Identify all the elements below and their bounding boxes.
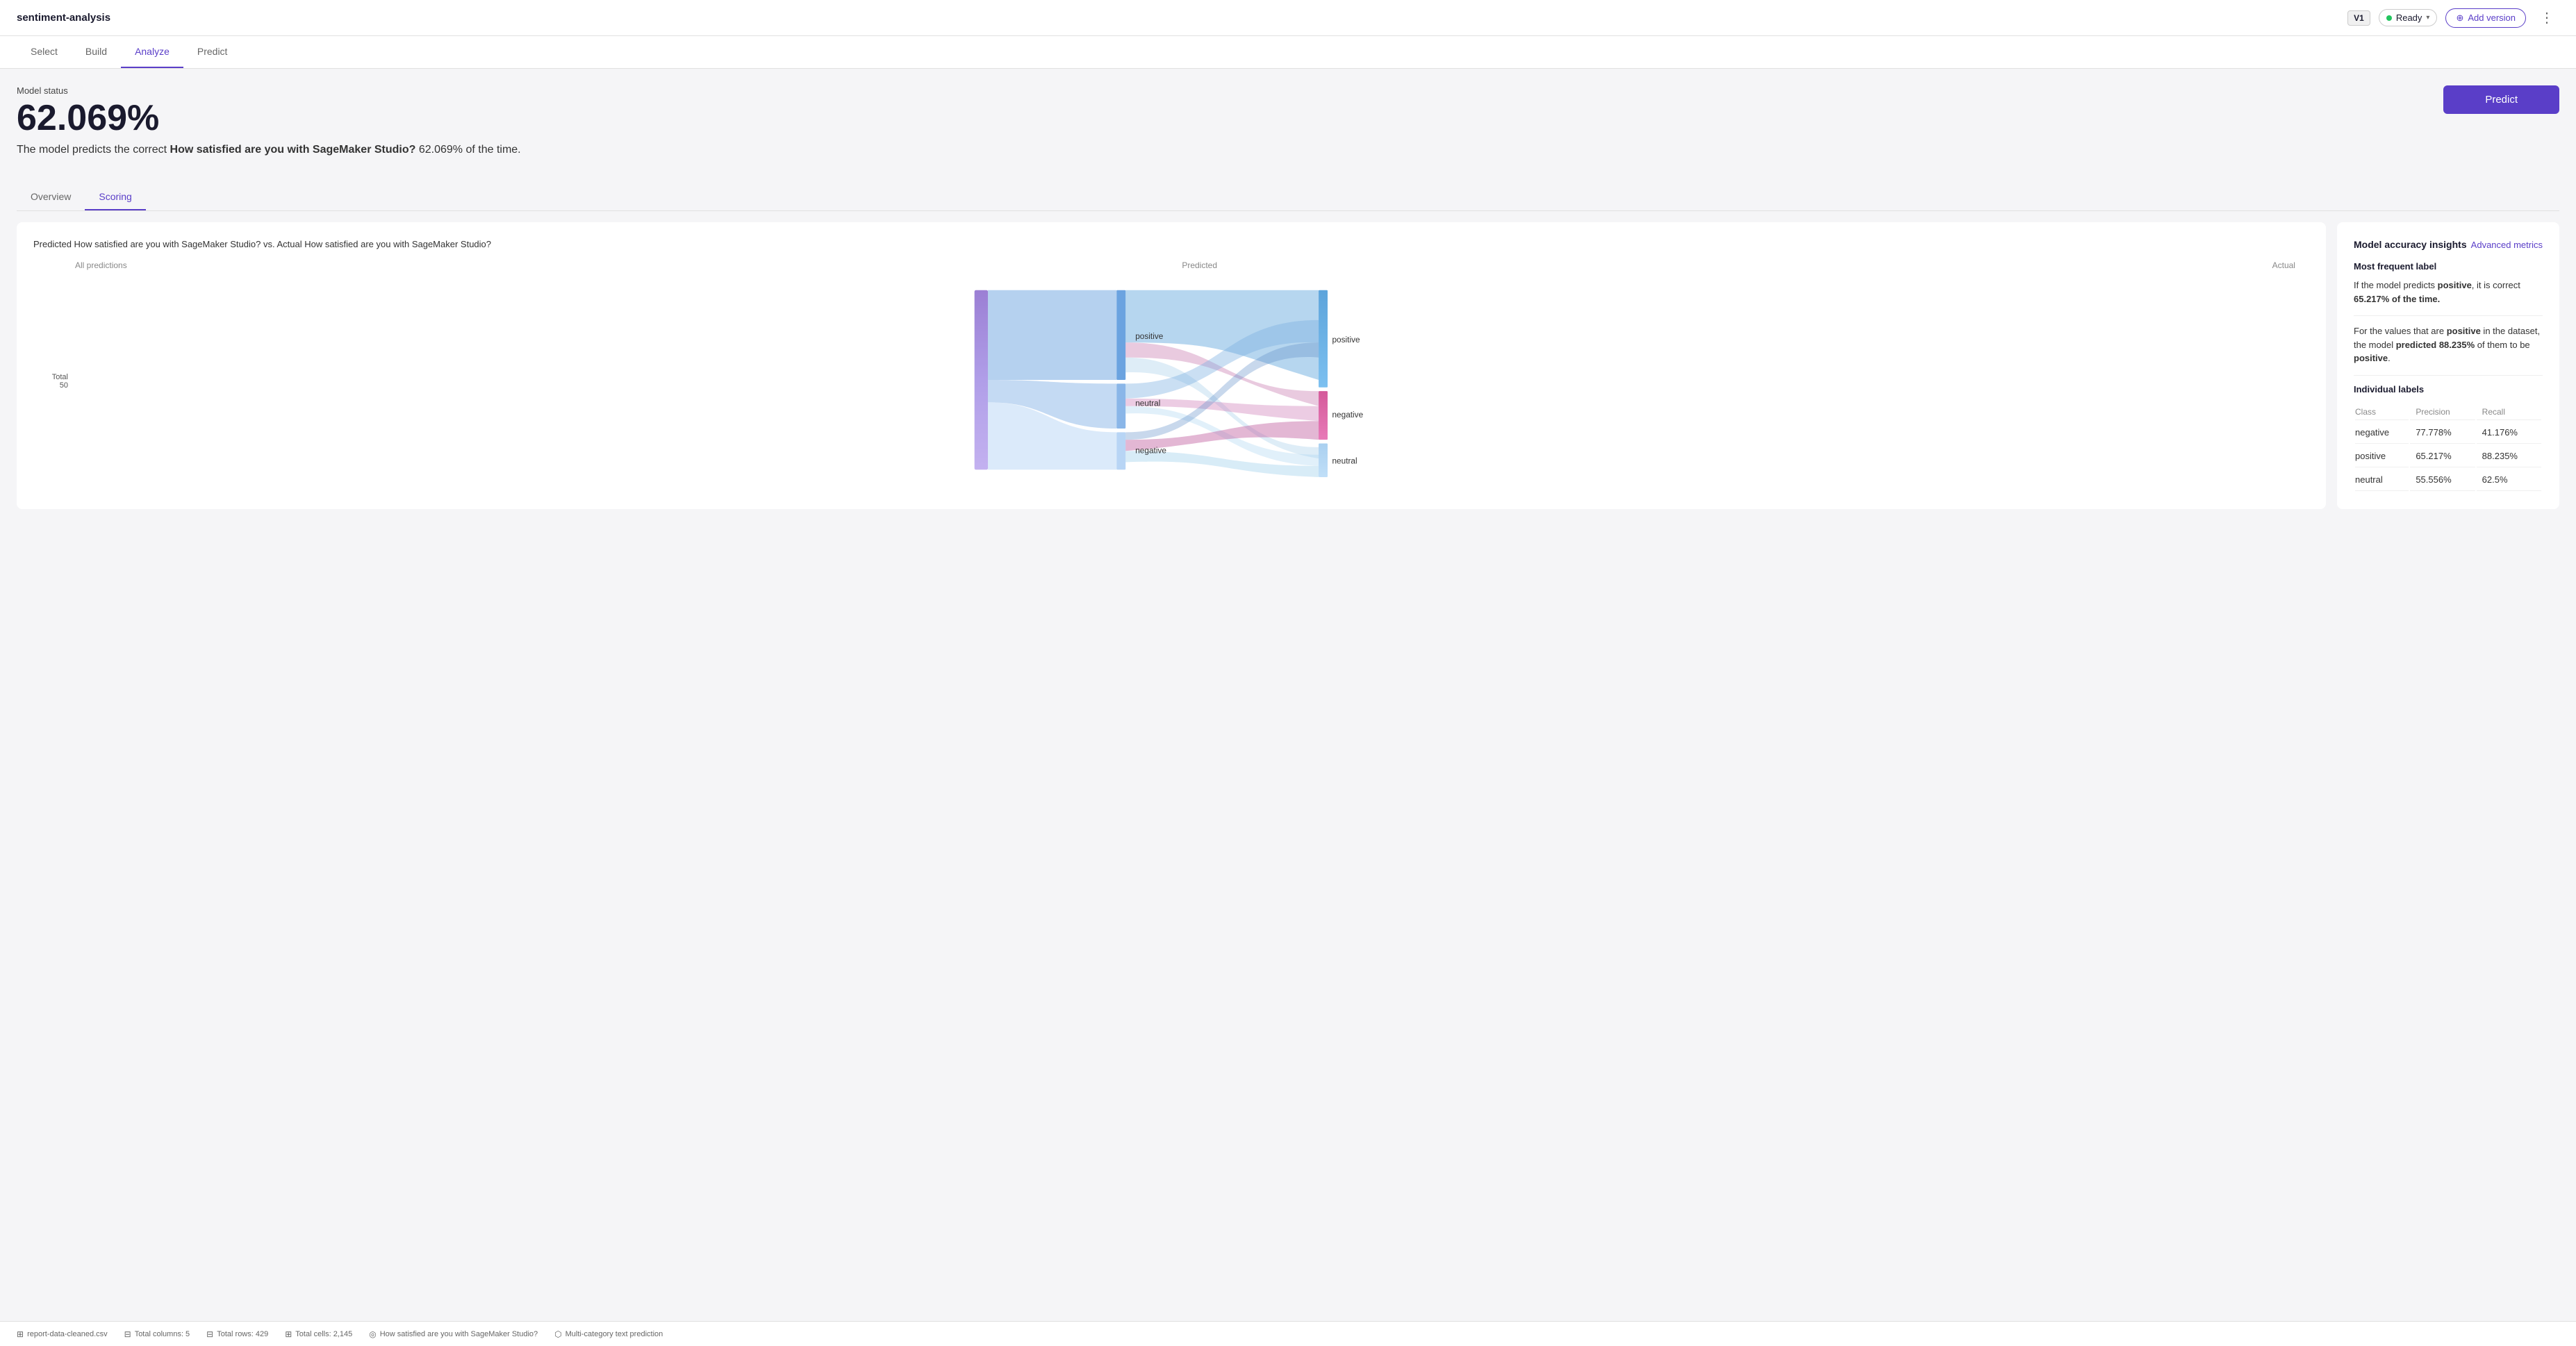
recall-positive: 88.235% xyxy=(2477,445,2541,467)
col-header-precision: Precision xyxy=(2410,404,2475,420)
total-value: 50 xyxy=(33,381,68,390)
status-badge[interactable]: Ready ▾ xyxy=(2379,9,2438,26)
add-version-button[interactable]: ⊕ Add version xyxy=(2445,8,2526,28)
tab-analyze[interactable]: Analyze xyxy=(121,36,183,68)
recall-negative: 41.176% xyxy=(2477,422,2541,444)
model-accuracy: 62.069% xyxy=(17,99,521,138)
model-description: The model predicts the correct How satis… xyxy=(17,144,521,156)
footer-type: ⬡ Multi-category text prediction xyxy=(554,1329,663,1339)
footer-rows: ⊟ Total rows: 429 xyxy=(206,1329,268,1339)
metrics-panel: Model accuracy insights Advanced metrics… xyxy=(2337,222,2559,509)
content-area: Predicted How satisfied are you with Sag… xyxy=(17,222,2559,509)
footer-cells-value: Total cells: 2,145 xyxy=(295,1330,352,1338)
footer-target-value: How satisfied are you with SageMaker Stu… xyxy=(380,1330,538,1338)
insight1-bold1: positive xyxy=(2438,280,2472,290)
footer-type-value: Multi-category text prediction xyxy=(565,1330,663,1338)
svg-text:negative: negative xyxy=(1332,410,1363,419)
svg-text:positive: positive xyxy=(1135,331,1164,341)
labels-table: Class Precision Recall negative 77.778% … xyxy=(2354,403,2543,492)
class-positive: positive xyxy=(2355,445,2409,467)
svg-text:neutral: neutral xyxy=(1332,456,1357,466)
add-version-label: Add version xyxy=(2468,13,2516,23)
table-row: neutral 55.556% 62.5% xyxy=(2355,469,2541,491)
svg-text:negative: negative xyxy=(1135,446,1166,456)
col-header-recall: Recall xyxy=(2477,404,2541,420)
table-row: negative 77.778% 41.176% xyxy=(2355,422,2541,444)
col-all-predictions: All predictions xyxy=(75,260,127,270)
model-status-label: Model status xyxy=(17,85,521,96)
app-title: sentiment-analysis xyxy=(17,12,110,24)
tab-build[interactable]: Build xyxy=(72,36,121,68)
main-content: Model status 62.069% The model predicts … xyxy=(0,69,2576,1320)
svg-text:neutral: neutral xyxy=(1135,399,1160,408)
chart-subtitle-row: All predictions Predicted Actual xyxy=(33,260,2309,270)
rows-icon: ⊟ xyxy=(206,1329,213,1339)
footer-file: ⊞ report-data-cleaned.csv xyxy=(17,1329,108,1339)
sub-tabs: Overview Scoring xyxy=(17,184,2559,211)
advanced-metrics-link[interactable]: Advanced metrics xyxy=(2471,240,2543,250)
total-label: Total xyxy=(33,373,68,381)
nav-tabs: Select Build Analyze Predict xyxy=(0,36,2576,69)
header-right: V1 Ready ▾ ⊕ Add version ⋮ xyxy=(2347,6,2559,29)
insight2-bold2: predicted 88.235% xyxy=(2396,340,2475,350)
more-options-button[interactable]: ⋮ xyxy=(2534,6,2559,29)
model-status-section: Model status 62.069% The model predicts … xyxy=(17,85,521,170)
class-neutral: neutral xyxy=(2355,469,2409,491)
footer-bar: ⊞ report-data-cleaned.csv ⊟ Total column… xyxy=(0,1321,2576,1346)
chart-title: Predicted How satisfied are you with Sag… xyxy=(33,239,2309,249)
individual-labels-title: Individual labels xyxy=(2354,384,2543,394)
version-badge: V1 xyxy=(2347,10,2370,26)
description-suffix: 62.069% of the time. xyxy=(415,144,520,156)
class-negative: negative xyxy=(2355,422,2409,444)
table-row: positive 65.217% 88.235% xyxy=(2355,445,2541,467)
sankey-total-label: Total 50 xyxy=(33,373,68,390)
sub-tab-overview[interactable]: Overview xyxy=(17,184,85,210)
most-frequent-label: Most frequent label xyxy=(2354,261,2543,272)
insight1-bold2: 65.217% of the time. xyxy=(2354,294,2440,304)
top-row: Model status 62.069% The model predicts … xyxy=(17,85,2559,170)
insight2-bold3: positive xyxy=(2354,353,2388,363)
plus-icon: ⊕ xyxy=(2456,13,2463,24)
precision-negative: 77.778% xyxy=(2410,422,2475,444)
svg-text:positive: positive xyxy=(1332,335,1360,344)
divider1 xyxy=(2354,315,2543,316)
precision-neutral: 55.556% xyxy=(2410,469,2475,491)
footer-file-name: report-data-cleaned.csv xyxy=(27,1330,108,1338)
divider2 xyxy=(2354,375,2543,376)
precision-positive: 65.217% xyxy=(2410,445,2475,467)
status-label: Ready xyxy=(2396,13,2422,23)
col-header-class: Class xyxy=(2355,404,2409,420)
col-actual: Actual xyxy=(2272,260,2295,270)
insight2: For the values that are positive in the … xyxy=(2354,324,2543,365)
columns-icon: ⊟ xyxy=(124,1329,131,1339)
metrics-header: Model accuracy insights Advanced metrics xyxy=(2354,239,2543,250)
predict-button[interactable]: Predict xyxy=(2443,85,2559,114)
col-predicted: Predicted xyxy=(1182,260,1217,270)
sankey-svg: positive neutral negative positive negat… xyxy=(74,283,2309,479)
file-icon: ⊞ xyxy=(17,1329,24,1339)
footer-cells: ⊞ Total cells: 2,145 xyxy=(285,1329,352,1339)
cells-icon: ⊞ xyxy=(285,1329,292,1339)
app-header: sentiment-analysis V1 Ready ▾ ⊕ Add vers… xyxy=(0,0,2576,36)
sub-tab-scoring[interactable]: Scoring xyxy=(85,184,145,210)
target-icon: ◎ xyxy=(369,1329,376,1339)
footer-rows-value: Total rows: 429 xyxy=(217,1330,268,1338)
type-icon: ⬡ xyxy=(554,1329,561,1339)
description-bold: How satisfied are you with SageMaker Stu… xyxy=(170,144,416,156)
chevron-down-icon: ▾ xyxy=(2426,14,2429,22)
description-prefix: The model predicts the correct xyxy=(17,144,170,156)
insight2-bold1: positive xyxy=(2447,326,2481,336)
footer-columns-value: Total columns: 5 xyxy=(135,1330,190,1338)
chart-panel: Predicted How satisfied are you with Sag… xyxy=(17,222,2326,509)
recall-neutral: 62.5% xyxy=(2477,469,2541,491)
footer-target: ◎ How satisfied are you with SageMaker S… xyxy=(369,1329,538,1339)
footer-columns: ⊟ Total columns: 5 xyxy=(124,1329,190,1339)
sankey-chart: Total 50 xyxy=(33,276,2309,486)
tab-predict[interactable]: Predict xyxy=(183,36,242,68)
insight1: If the model predicts positive, it is co… xyxy=(2354,279,2543,306)
metrics-title: Model accuracy insights xyxy=(2354,239,2467,250)
status-dot-icon xyxy=(2386,15,2392,21)
tab-select[interactable]: Select xyxy=(17,36,72,68)
